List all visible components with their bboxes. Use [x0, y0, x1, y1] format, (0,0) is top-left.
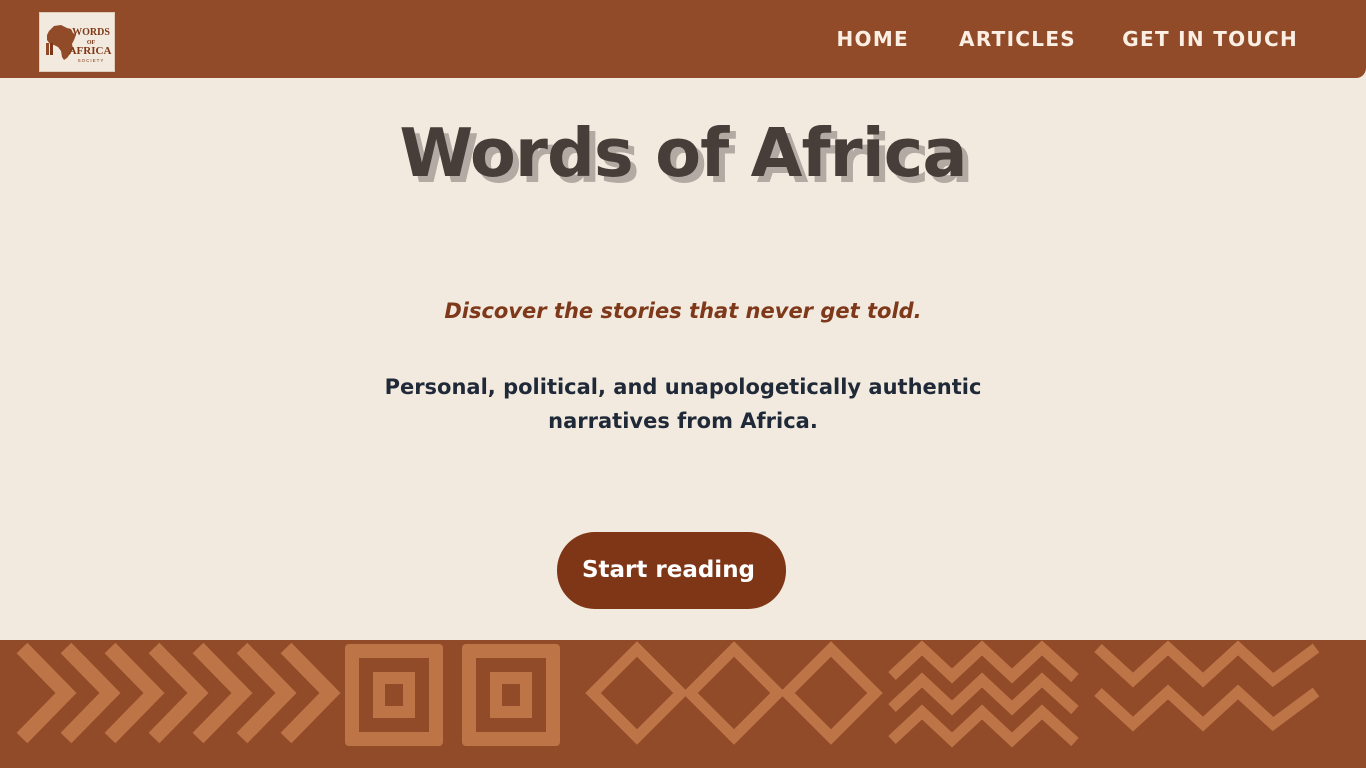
zigzag-line	[1094, 640, 1320, 688]
logo-text-words: WORDS	[72, 27, 110, 38]
start-reading-button[interactable]: Start reading	[557, 532, 786, 609]
page-title: Words of Africa	[399, 114, 967, 192]
footer-pattern-band	[0, 640, 1366, 768]
africa-map-icon: WORDS OF AFRICA SOCIETY	[46, 25, 112, 63]
hero-tagline: Discover the stories that never get told…	[444, 299, 922, 323]
nav-home-link[interactable]: HOME	[836, 26, 909, 52]
nested-square-shape	[462, 644, 560, 746]
nav-get-in-touch-link[interactable]: GET IN TOUCH	[1122, 26, 1298, 52]
zigzag-line	[888, 640, 1079, 684]
zigzag-line	[888, 672, 1079, 716]
site-header: WORDS OF AFRICA SOCIETY HOME ARTICLES GE…	[0, 0, 1366, 78]
zigzag-line	[888, 704, 1079, 748]
logo-text-society: SOCIETY	[78, 58, 105, 63]
logo-text-africa: AFRICA	[69, 45, 112, 57]
site-logo[interactable]: WORDS OF AFRICA SOCIETY	[39, 12, 115, 72]
diamond-shape	[682, 641, 786, 745]
nested-square-shape	[345, 644, 443, 746]
african-pattern-graphic	[16, 640, 1320, 748]
zigzag-line	[1094, 684, 1320, 732]
chevron-shape	[16, 642, 77, 744]
diamond-shape	[779, 641, 883, 745]
nav-articles-link[interactable]: ARTICLES	[959, 26, 1076, 52]
diamond-shape	[585, 641, 689, 745]
hero-description: Personal, political, and unapologeticall…	[384, 375, 982, 433]
